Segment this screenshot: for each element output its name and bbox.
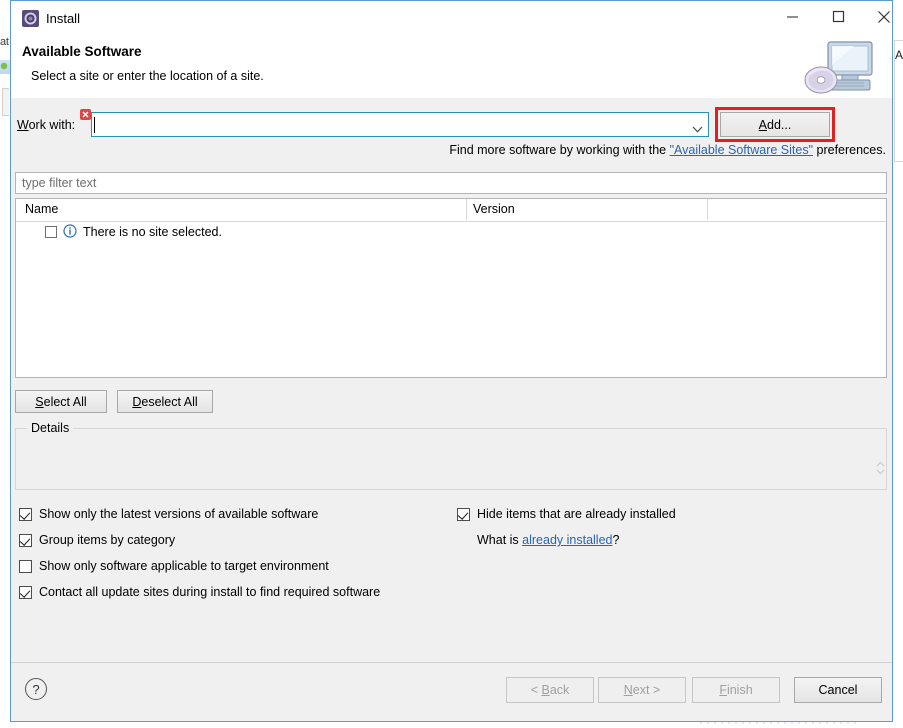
option-group-by-category[interactable]: Group items by category	[19, 533, 175, 547]
wizard-header: Available Software Select a site or ente…	[11, 37, 892, 99]
already-installed-link[interactable]: already installed	[522, 533, 612, 547]
table-header: Name Version	[16, 199, 886, 222]
select-all-label: Select All	[35, 394, 87, 409]
option-contact-update-sites[interactable]: Contact all update sites during install …	[19, 585, 380, 599]
find-more-software-text: Find more software by working with the "…	[449, 143, 886, 157]
back-button-label: < Back	[530, 683, 570, 697]
option-applicable-to-target[interactable]: Show only software applicable to target …	[19, 559, 329, 573]
info-icon	[63, 223, 77, 241]
chevron-down-icon[interactable]	[692, 122, 703, 136]
column-header-version[interactable]: Version	[473, 202, 515, 216]
column-divider[interactable]	[466, 199, 467, 220]
up-down-spinner-icon[interactable]	[875, 460, 886, 479]
finish-button[interactable]: Finish	[692, 677, 780, 703]
row-checkbox[interactable]	[45, 226, 57, 238]
close-button[interactable]	[861, 1, 903, 32]
option-label: Group items by category	[39, 533, 176, 547]
details-group-title: Details	[27, 421, 74, 435]
help-icon: ?	[32, 681, 40, 697]
back-button[interactable]: < Back	[506, 677, 594, 703]
cancel-button-label: Cancel	[818, 683, 858, 697]
what-is-already-installed: What is already installed?	[477, 533, 619, 547]
option-hide-installed[interactable]: Hide items that are already installed	[457, 507, 676, 521]
minimize-button[interactable]	[769, 1, 815, 32]
error-decoration-icon	[80, 109, 91, 120]
computer-with-cd-icon	[802, 37, 880, 98]
available-software-sites-link[interactable]: "Available Software Sites"	[670, 143, 813, 157]
maximize-button[interactable]	[815, 1, 861, 32]
next-button-label: Next >	[623, 683, 661, 697]
add-button-label: Add...	[758, 117, 792, 132]
checkbox[interactable]	[19, 533, 32, 547]
what-is-suffix: ?	[612, 533, 620, 547]
page-subtitle: Select a site or enter the location of a…	[31, 69, 264, 83]
screen: at A Install Available Software Select a…	[0, 0, 903, 728]
what-is-prefix: What is	[477, 533, 523, 547]
title-bar: Install	[11, 1, 892, 37]
next-button[interactable]: Next >	[598, 677, 686, 703]
column-header-name[interactable]: Name	[25, 202, 58, 216]
checkbox[interactable]	[19, 559, 32, 573]
software-table[interactable]: Name Version There is no site selected.	[15, 198, 887, 378]
filter-placeholder: type filter text	[22, 176, 97, 190]
deselect-all-label: Deselect All	[132, 394, 198, 409]
work-with-label: Work with:	[17, 118, 76, 132]
background-left-panel	[2, 88, 9, 116]
option-label: Hide items that are already installed	[477, 507, 676, 521]
table-row-name: There is no site selected.	[83, 225, 222, 239]
work-with-combo[interactable]	[91, 112, 709, 137]
background-left-text: at	[0, 36, 9, 48]
checkbox[interactable]	[457, 507, 470, 521]
background-right-text: A	[895, 48, 903, 62]
details-group	[15, 428, 887, 490]
option-latest-versions[interactable]: Show only the latest versions of availab…	[19, 507, 318, 521]
background-left-icon	[0, 60, 10, 74]
find-more-suffix: preferences.	[813, 143, 887, 157]
option-label: Show only software applicable to target …	[39, 559, 329, 573]
finish-button-label: Finish	[719, 683, 753, 697]
column-divider[interactable]	[707, 199, 708, 220]
dialog-footer: ? < Back Next > Finish Cancel	[11, 662, 892, 721]
page-title: Available Software	[22, 44, 142, 59]
deselect-all-button[interactable]: Deselect All	[117, 390, 213, 413]
cancel-button[interactable]: Cancel	[794, 677, 882, 703]
checkbox[interactable]	[19, 585, 32, 599]
find-more-prefix: Find more software by working with the	[449, 143, 670, 157]
option-label: Show only the latest versions of availab…	[39, 507, 319, 521]
filter-input[interactable]: type filter text	[15, 172, 887, 194]
checkbox[interactable]	[19, 507, 32, 521]
window-title: Install	[46, 11, 80, 26]
install-wizard-icon	[22, 10, 39, 27]
install-dialog: Install Available Software Select a site…	[10, 0, 893, 722]
help-button[interactable]: ?	[25, 678, 47, 700]
option-label: Contact all update sites during install …	[39, 585, 381, 599]
add-button[interactable]: Add...	[720, 112, 830, 137]
table-row[interactable]: There is no site selected.	[16, 222, 222, 242]
select-all-button[interactable]: Select All	[15, 390, 107, 413]
dialog-body: Work with: Add... Find more software by …	[11, 98, 892, 663]
text-caret	[94, 117, 95, 133]
